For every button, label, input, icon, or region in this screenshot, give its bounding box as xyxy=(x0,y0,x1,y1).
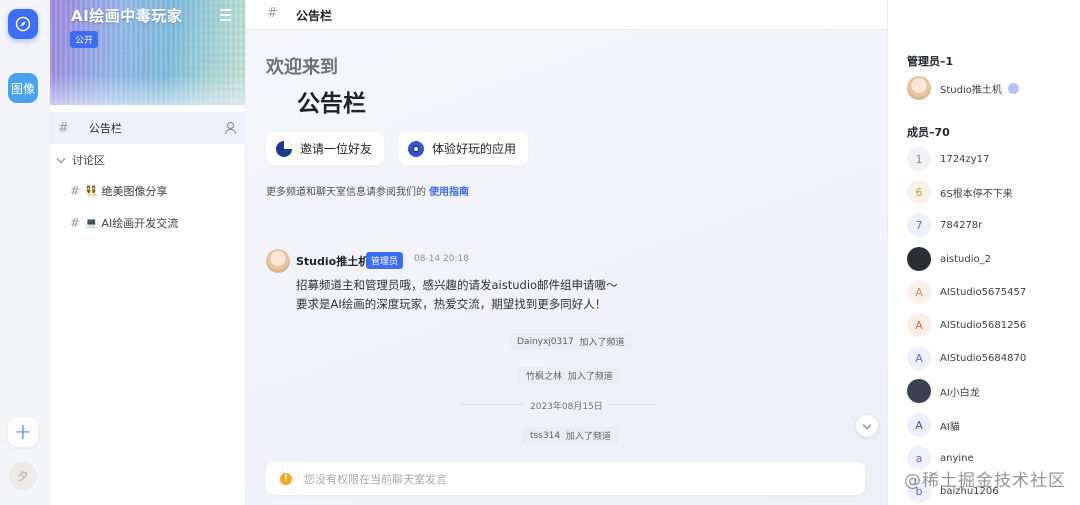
channel-label: 绝美图像分享 xyxy=(101,185,168,198)
add-member-icon[interactable] xyxy=(225,122,236,134)
message-author[interactable]: Studio推土机 xyxy=(296,253,369,269)
author-avatar[interactable] xyxy=(266,249,290,273)
member-item[interactable]: A AIStudio5675457 xyxy=(907,280,1026,304)
invite-friend-button[interactable]: 邀请一位好友 xyxy=(266,132,385,165)
guide-text: 更多频道和聊天室信息请参阅我们的 使用指南 xyxy=(266,183,469,198)
event-user[interactable]: Dainyxj0317 xyxy=(517,337,574,347)
server-banner: AI绘画中毒玩家 公开 xyxy=(50,0,245,105)
compass-icon[interactable] xyxy=(8,9,38,39)
channel-sidebar: AI绘画中毒玩家 公开 # 公告栏 讨论区 # 👯 绝美图像分享 # 💻 AI绘… xyxy=(50,0,246,505)
event-action: 加入了频道 xyxy=(567,372,613,382)
avatar: A xyxy=(907,413,931,437)
chevron-down-icon xyxy=(862,420,872,429)
laptop-icon: 💻 xyxy=(85,217,98,229)
channel-item-image-share[interactable]: # 👯 绝美图像分享 xyxy=(70,183,168,199)
server-name: AI绘画中毒玩家 xyxy=(71,7,183,25)
watermark: @稀土掘金技术社区 xyxy=(904,471,1066,491)
channel-item-ai-dev[interactable]: # 💻 AI绘画开发交流 xyxy=(70,215,178,231)
chevron-down-icon xyxy=(56,154,66,163)
user-avatar[interactable]: 夕 xyxy=(9,462,37,490)
try-apps-button[interactable]: 体验好玩的应用 xyxy=(398,132,529,165)
channel-label: 公告栏 xyxy=(88,122,122,135)
channel-label: AI绘画开发交流 xyxy=(101,217,179,230)
avatar: 1 xyxy=(907,147,931,171)
channel-item-announcement[interactable]: # 公告栏 xyxy=(50,112,245,144)
server-rail: 图像 + 夕 xyxy=(0,0,50,505)
member-panel: 管理员–1 Studio推土机 成员–70 1 1724zy17 6 6S根本停不下来… xyxy=(887,0,1080,505)
member-name: aistudio_2 xyxy=(940,253,991,265)
member-name: 1724zy17 xyxy=(940,153,990,165)
member-item[interactable]: aistudio_2 xyxy=(907,247,991,271)
composer-placeholder: 您没有权限在当前聊天室发言 xyxy=(304,472,447,486)
message-line: 要求是AI绘画的深度玩家，热爱交流，期望找到更多同好人！ xyxy=(296,297,607,311)
admin-badge: 管理员 xyxy=(366,252,404,269)
smile-icon xyxy=(1007,82,1019,94)
avatar xyxy=(907,76,931,100)
member-item[interactable]: A AIStudio5681256 xyxy=(907,313,1026,337)
member-item[interactable]: 7 784278r xyxy=(907,213,982,237)
member-name: Studio推土机 xyxy=(940,84,1002,96)
welcome-channel-name: 公告栏 xyxy=(297,91,366,117)
admin-section-title: 管理员–1 xyxy=(907,55,954,68)
hash-icon: # xyxy=(70,184,81,198)
avatar: A xyxy=(907,313,931,337)
system-event: tss314 加入了频道 xyxy=(522,427,619,444)
category-discussion[interactable]: 讨论区 xyxy=(56,152,105,168)
category-label: 讨论区 xyxy=(72,154,105,167)
member-name: AIStudio5675457 xyxy=(940,286,1027,298)
system-event: Dainyxj0317 加入了频道 xyxy=(509,333,633,350)
warning-icon: ! xyxy=(280,472,292,485)
member-item[interactable]: 6 6S根本停不下来 xyxy=(907,180,1013,204)
add-server-button[interactable]: + xyxy=(8,417,38,447)
event-action: 加入了频道 xyxy=(579,338,625,348)
hash-icon: # xyxy=(267,6,278,21)
channel-title: 公告栏 xyxy=(296,9,333,23)
message-line: 招募频道主和管理员哦，感兴趣的请发aistudio邮件组申请嗷～ xyxy=(296,278,618,292)
member-name: 6S根本停不下来 xyxy=(940,188,1013,200)
scroll-to-bottom-button[interactable] xyxy=(856,415,878,437)
event-action: 加入了频道 xyxy=(565,432,611,442)
message-composer[interactable]: ! 您没有权限在当前聊天室发言 xyxy=(266,462,865,495)
event-user[interactable]: tss314 xyxy=(530,431,560,441)
member-item[interactable]: 1 1724zy17 xyxy=(907,147,989,171)
member-item[interactable]: AI小白龙 xyxy=(907,379,980,403)
member-section-title: 成员–70 xyxy=(907,126,950,139)
member-item[interactable]: Studio推土机 xyxy=(907,76,1019,100)
member-name: AIStudio5681256 xyxy=(940,319,1027,331)
member-name: 784278r xyxy=(940,219,983,231)
event-user[interactable]: 竹枫之林 xyxy=(526,369,562,382)
eye-icon xyxy=(408,140,424,157)
apps-label: 体验好玩的应用 xyxy=(432,142,517,156)
member-name: AIStudio5684870 xyxy=(940,352,1027,364)
invite-icon xyxy=(276,140,292,157)
avatar: A xyxy=(907,346,931,370)
server-image-button[interactable]: 图像 xyxy=(8,73,38,103)
member-name: AI貓 xyxy=(940,421,960,433)
system-event: 竹枫之林 加入了频道 xyxy=(518,367,621,384)
avatar: 6 xyxy=(907,180,931,204)
avatar: A xyxy=(907,280,931,304)
avatar xyxy=(907,247,931,271)
menu-icon[interactable] xyxy=(220,9,231,24)
member-item[interactable]: A AI貓 xyxy=(907,413,960,437)
member-name: anyine xyxy=(940,452,974,464)
invite-label: 邀请一位好友 xyxy=(300,142,373,156)
public-badge: 公开 xyxy=(70,31,99,48)
hash-icon: # xyxy=(70,216,81,230)
member-name: AI小白龙 xyxy=(940,387,980,399)
avatar xyxy=(907,379,931,403)
hash-icon: # xyxy=(58,120,69,136)
guide-prefix: 更多频道和聊天室信息请参阅我们的 xyxy=(266,187,426,198)
avatar: 7 xyxy=(907,213,931,237)
chat-main: # 公告栏 欢迎来到 公告栏 邀请一位好友 体验好玩的应用 更多频道和聊天室信息… xyxy=(246,0,887,505)
welcome-heading: 欢迎来到 xyxy=(266,57,338,78)
message-time: 08-14 20:18 xyxy=(414,254,469,264)
guide-link[interactable]: 使用指南 xyxy=(429,187,469,198)
date-divider: 2023年08月15日 xyxy=(524,399,609,412)
channel-header: # 公告栏 xyxy=(246,0,887,30)
member-item[interactable]: A AIStudio5684870 xyxy=(907,346,1026,370)
dancers-icon: 👯 xyxy=(85,185,98,197)
